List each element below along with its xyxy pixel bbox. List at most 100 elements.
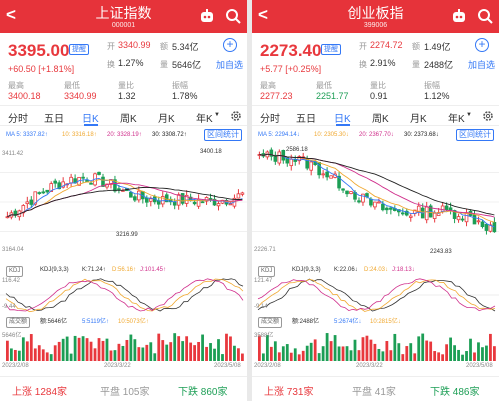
volume-bar xyxy=(53,345,57,361)
tab-daily-k[interactable]: 日K xyxy=(334,110,351,125)
robot-icon[interactable] xyxy=(451,9,467,23)
volume-value: 2488亿 xyxy=(424,60,454,70)
tab-yearly-k[interactable]: 年K xyxy=(196,110,213,125)
tab-monthly-k[interactable]: 月K xyxy=(410,110,427,125)
candle-body xyxy=(41,191,46,194)
add-watchlist-button[interactable]: 加自选 xyxy=(216,58,243,71)
candle-body xyxy=(289,158,294,167)
tab-daily-k[interactable]: 日K xyxy=(82,110,99,125)
candle-body xyxy=(424,206,429,221)
up-label: 上涨 xyxy=(264,387,284,398)
ma5-label: MA 5: 2294.14↓ xyxy=(258,132,300,138)
amount-value: 1.49亿 xyxy=(424,42,451,52)
add-watchlist-button[interactable]: 加自选 xyxy=(468,58,495,71)
volume-value: 5646亿 xyxy=(172,60,202,70)
volume-bar xyxy=(361,337,365,361)
volume-bar xyxy=(425,340,429,361)
high-label: 最高 xyxy=(260,81,276,90)
volume-chart[interactable]: 3588亿 xyxy=(252,329,499,361)
volume-bar xyxy=(457,349,460,361)
volume-bar xyxy=(121,345,125,361)
candle-body xyxy=(377,201,381,204)
search-icon[interactable] xyxy=(225,8,241,24)
volume-bar xyxy=(301,350,305,361)
period-tabs: 分时 五日 日K 周K 月K 年K ▼ xyxy=(0,106,247,126)
volume-bar xyxy=(25,341,29,361)
up-label: 上涨 xyxy=(12,387,32,398)
volume-bar xyxy=(489,333,492,361)
volume-bar xyxy=(85,338,89,361)
volume-bar xyxy=(269,346,273,361)
high-marker-label: 2586.18 xyxy=(286,147,308,153)
volume-selector[interactable]: 成交额 xyxy=(258,317,283,328)
volume-bar xyxy=(477,342,480,361)
tab-yearly-k[interactable]: 年K xyxy=(448,110,465,125)
volume-chart[interactable]: 5646亿 xyxy=(0,329,247,361)
volume-bar xyxy=(369,339,373,361)
volume-bar xyxy=(385,341,389,361)
kdj-selector[interactable]: KDJ xyxy=(6,266,24,277)
kdj-selector[interactable]: KDJ xyxy=(258,266,276,277)
volume-bar xyxy=(409,343,413,361)
kdj-indicator[interactable]: KDJ KDJ(9,3,3) K:71.24↑ D:56.16↑ J:101.4… xyxy=(0,263,247,313)
kdj-indicator[interactable]: KDJ KDJ(9,3,3) K:22.06↓ D:24.03↓ J:18.13… xyxy=(252,263,499,313)
volume-bar xyxy=(97,338,101,361)
volume-bar xyxy=(405,346,409,361)
volume-bar xyxy=(105,338,109,361)
last-price: 3395.00 xyxy=(8,41,70,60)
candle-body xyxy=(373,201,377,208)
low-value: 3340.99 xyxy=(64,91,97,101)
volume-bar xyxy=(209,343,212,361)
gear-icon[interactable] xyxy=(482,110,494,122)
volume-bar xyxy=(261,353,265,361)
chevron-down-icon[interactable]: ▼ xyxy=(466,112,472,118)
candle-body xyxy=(408,215,413,218)
plus-circle-icon[interactable]: + xyxy=(475,38,489,52)
candle-body xyxy=(192,201,197,205)
low-marker-label: 3216.99 xyxy=(116,232,138,238)
volume-bar xyxy=(9,348,13,361)
reminder-button[interactable]: 提醒 xyxy=(321,44,341,55)
candlestick-chart[interactable]: 2226.71 2586.18 2243.83 xyxy=(252,143,499,261)
tab-five-day[interactable]: 五日 xyxy=(44,110,64,125)
tab-intraday[interactable]: 分时 xyxy=(8,110,28,125)
date-mid: 2023/3/22 xyxy=(356,363,383,369)
price-axis-bottom: 3164.04 xyxy=(2,247,24,253)
market-breadth: 上涨 1284家 平盘 105家 下跌 860家 xyxy=(0,376,247,401)
robot-icon[interactable] xyxy=(199,9,215,23)
tab-five-day[interactable]: 五日 xyxy=(296,110,316,125)
gear-icon[interactable] xyxy=(230,110,242,122)
up-value: 1284家 xyxy=(34,387,68,398)
volume-bar xyxy=(177,336,181,361)
volume-bar xyxy=(41,349,45,361)
tab-monthly-k[interactable]: 月K xyxy=(158,110,175,125)
candle-body xyxy=(460,218,465,221)
volume-bar xyxy=(321,346,325,361)
search-icon[interactable] xyxy=(477,8,493,24)
volume-bar xyxy=(65,336,69,361)
index-code: 000001 xyxy=(111,22,136,29)
volume-bar xyxy=(149,342,153,361)
candlestick-chart[interactable]: 3411.42 3164.04 3400.18 3216.99 xyxy=(0,143,247,261)
candle-body xyxy=(492,221,497,233)
plus-circle-icon[interactable]: + xyxy=(223,38,237,52)
tab-intraday[interactable]: 分时 xyxy=(260,110,280,125)
volume-bar xyxy=(373,343,377,361)
tab-weekly-k[interactable]: 周K xyxy=(120,110,137,125)
candle-body xyxy=(208,198,213,200)
volume-bar xyxy=(309,342,313,361)
interval-stats-button[interactable]: 区间统计 xyxy=(456,129,494,141)
volume-bar xyxy=(393,333,397,361)
price-change: +60.50 [+1.81%] xyxy=(8,64,74,74)
volume-bar xyxy=(401,354,405,361)
reminder-button[interactable]: 提醒 xyxy=(69,44,89,55)
interval-stats-button[interactable]: 区间统计 xyxy=(204,129,242,141)
volume-bar xyxy=(77,337,81,361)
chevron-down-icon[interactable]: ▼ xyxy=(214,112,220,118)
volume-bar xyxy=(357,350,361,361)
down-count: 下跌 486家 xyxy=(430,383,479,398)
tab-weekly-k[interactable]: 周K xyxy=(372,110,389,125)
active-tab-indicator xyxy=(336,124,350,126)
volume-bar xyxy=(445,344,449,361)
volume-selector[interactable]: 成交额 xyxy=(6,317,31,328)
